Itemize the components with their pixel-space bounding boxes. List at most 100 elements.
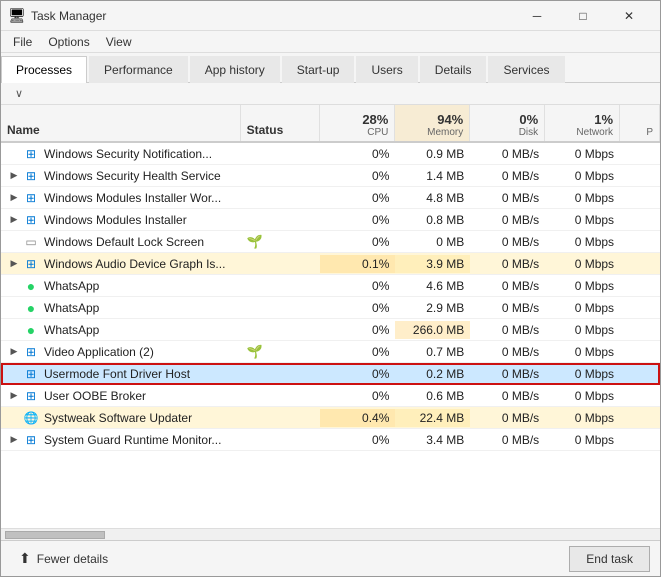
table-row[interactable]: ▶ ⊞ User OOBE Broker 0% 0.6 MB 0 MB/s 0 … (1, 385, 660, 407)
process-name: Windows Security Health Service (44, 169, 221, 183)
col-header-power[interactable]: P (620, 105, 660, 141)
table-row[interactable]: ▶ ⊞ Windows Security Health Service 0% 1… (1, 165, 660, 187)
table-row[interactable]: ▶ ⊞ Video Application (2) 🌱 0% 0.7 MB 0 … (1, 341, 660, 363)
cell-name: ▶ 🌐 Systweak Software Updater (1, 408, 241, 428)
col-header-memory[interactable]: 94% Memory (395, 105, 470, 141)
expand-arrow[interactable]: ▶ (7, 191, 21, 205)
process-name: Windows Default Lock Screen (44, 235, 204, 249)
cell-name: ▶ ▭ Windows Default Lock Screen (1, 232, 241, 252)
table-row[interactable]: ▶ ● WhatsApp 0% 4.6 MB 0 MB/s 0 Mbps (1, 275, 660, 297)
cell-disk: 0 MB/s (470, 255, 545, 273)
process-name: Windows Security Notification... (44, 147, 212, 161)
table-row[interactable]: ▶ ⊞ Windows Modules Installer 0% 0.8 MB … (1, 209, 660, 231)
tab-app-history[interactable]: App history (190, 56, 280, 83)
cell-power (620, 174, 660, 178)
task-manager-window: 🖥 Task Manager ─ □ ✕ File Options View P… (0, 0, 661, 577)
cell-name: ▶ ● WhatsApp (1, 276, 241, 296)
col-header-status[interactable]: Status (241, 105, 321, 141)
sort-arrow[interactable]: ∨ (7, 87, 31, 100)
cell-disk: 0 MB/s (470, 189, 545, 207)
cell-power (620, 416, 660, 420)
table-row[interactable]: ▶ 🌐 Systweak Software Updater 0.4% 22.4 … (1, 407, 660, 429)
cell-disk: 0 MB/s (470, 233, 545, 251)
maximize-button[interactable]: □ (560, 1, 606, 31)
row-icon: 🌐 (23, 410, 39, 426)
fewer-details-button[interactable]: ⬆ Fewer details (11, 546, 116, 571)
horizontal-scrollbar[interactable] (1, 528, 660, 540)
row-icon: ⊞ (23, 190, 39, 206)
cell-disk: 0 MB/s (470, 299, 545, 317)
cell-name: ▶ ⊞ User OOBE Broker (1, 386, 241, 406)
process-name: Usermode Font Driver Host (44, 367, 190, 381)
cell-power (620, 218, 660, 222)
app-icon: 🖥 (9, 8, 25, 24)
cell-name: ▶ ● WhatsApp (1, 298, 241, 318)
cell-disk: 0 MB/s (470, 321, 545, 339)
cell-power (620, 438, 660, 442)
process-name: Windows Audio Device Graph Is... (44, 257, 225, 271)
cell-disk: 0 MB/s (470, 365, 545, 383)
cell-network: 0 Mbps (545, 321, 620, 339)
close-button[interactable]: ✕ (606, 1, 652, 31)
table-row[interactable]: ▶ ● WhatsApp 0% 266.0 MB 0 MB/s 0 Mbps (1, 319, 660, 341)
expand-arrow[interactable]: ▶ (7, 213, 21, 227)
process-name: Windows Modules Installer (44, 213, 187, 227)
cell-memory: 4.8 MB (395, 189, 470, 207)
cell-network: 0 Mbps (545, 255, 620, 273)
tab-details[interactable]: Details (420, 56, 487, 83)
menu-file[interactable]: File (5, 33, 40, 51)
process-name: Systweak Software Updater (44, 411, 192, 425)
cell-memory: 1.4 MB (395, 167, 470, 185)
minimize-button[interactable]: ─ (514, 1, 560, 31)
expand-arrow[interactable]: ▶ (7, 169, 21, 183)
expand-arrow[interactable]: ▶ (7, 433, 21, 447)
cell-memory: 0.2 MB (395, 365, 470, 383)
menu-view[interactable]: View (98, 33, 140, 51)
cell-cpu: 0% (320, 299, 395, 317)
menu-options[interactable]: Options (40, 33, 97, 51)
sort-row: ∨ (1, 83, 660, 105)
tab-services[interactable]: Services (488, 56, 564, 83)
table-row[interactable]: ▶ ⊞ Windows Security Notification... 0% … (1, 143, 660, 165)
col-header-network[interactable]: 1% Network (545, 105, 620, 141)
cell-memory: 4.6 MB (395, 277, 470, 295)
cell-disk: 0 MB/s (470, 145, 545, 163)
table-row[interactable]: ▶ ⊞ Windows Audio Device Graph Is... 0.1… (1, 253, 660, 275)
table-row[interactable]: ▶ ⊞ System Guard Runtime Monitor... 0% 3… (1, 429, 660, 451)
cell-name: ▶ ⊞ System Guard Runtime Monitor... (1, 430, 241, 450)
table-row[interactable]: ▶ ⊞ Usermode Font Driver Host 0% 0.2 MB … (1, 363, 660, 385)
cell-status: 🌱 (241, 232, 321, 252)
tab-performance[interactable]: Performance (89, 56, 188, 83)
expand-arrow[interactable]: ▶ (7, 345, 21, 359)
col-header-name[interactable]: Name (1, 105, 241, 141)
table-row[interactable]: ▶ ● WhatsApp 0% 2.9 MB 0 MB/s 0 Mbps (1, 297, 660, 319)
cell-power (620, 196, 660, 200)
row-icon: ⊞ (23, 432, 39, 448)
row-icon: ⊞ (23, 344, 39, 360)
cell-network: 0 Mbps (545, 431, 620, 449)
end-task-button[interactable]: End task (569, 546, 650, 572)
col-header-disk[interactable]: 0% Disk (470, 105, 545, 141)
cell-name: ▶ ⊞ Windows Security Notification... (1, 144, 241, 164)
col-header-cpu[interactable]: 28% CPU (320, 105, 395, 141)
windows-icon: ⊞ (26, 433, 36, 447)
cell-status (241, 262, 321, 266)
tab-startup[interactable]: Start-up (282, 56, 355, 83)
expand-arrow[interactable]: ▶ (7, 389, 21, 403)
row-icon: ⊞ (23, 168, 39, 184)
tab-users[interactable]: Users (356, 56, 417, 83)
process-name: Video Application (2) (44, 345, 154, 359)
cell-cpu: 0.1% (320, 255, 395, 273)
cell-memory: 0.6 MB (395, 387, 470, 405)
cell-network: 0 Mbps (545, 387, 620, 405)
tab-processes[interactable]: Processes (1, 56, 87, 83)
cell-cpu: 0% (320, 321, 395, 339)
table-row[interactable]: ▶ ⊞ Windows Modules Installer Wor... 0% … (1, 187, 660, 209)
expand-arrow[interactable]: ▶ (7, 257, 21, 271)
cell-network: 0 Mbps (545, 167, 620, 185)
hscroll-thumb[interactable] (5, 531, 105, 539)
cell-name: ▶ ⊞ Windows Security Health Service (1, 166, 241, 186)
cell-memory: 266.0 MB (395, 321, 470, 339)
table-row[interactable]: ▶ ▭ Windows Default Lock Screen 🌱 0% 0 M… (1, 231, 660, 253)
cell-power (620, 262, 660, 266)
